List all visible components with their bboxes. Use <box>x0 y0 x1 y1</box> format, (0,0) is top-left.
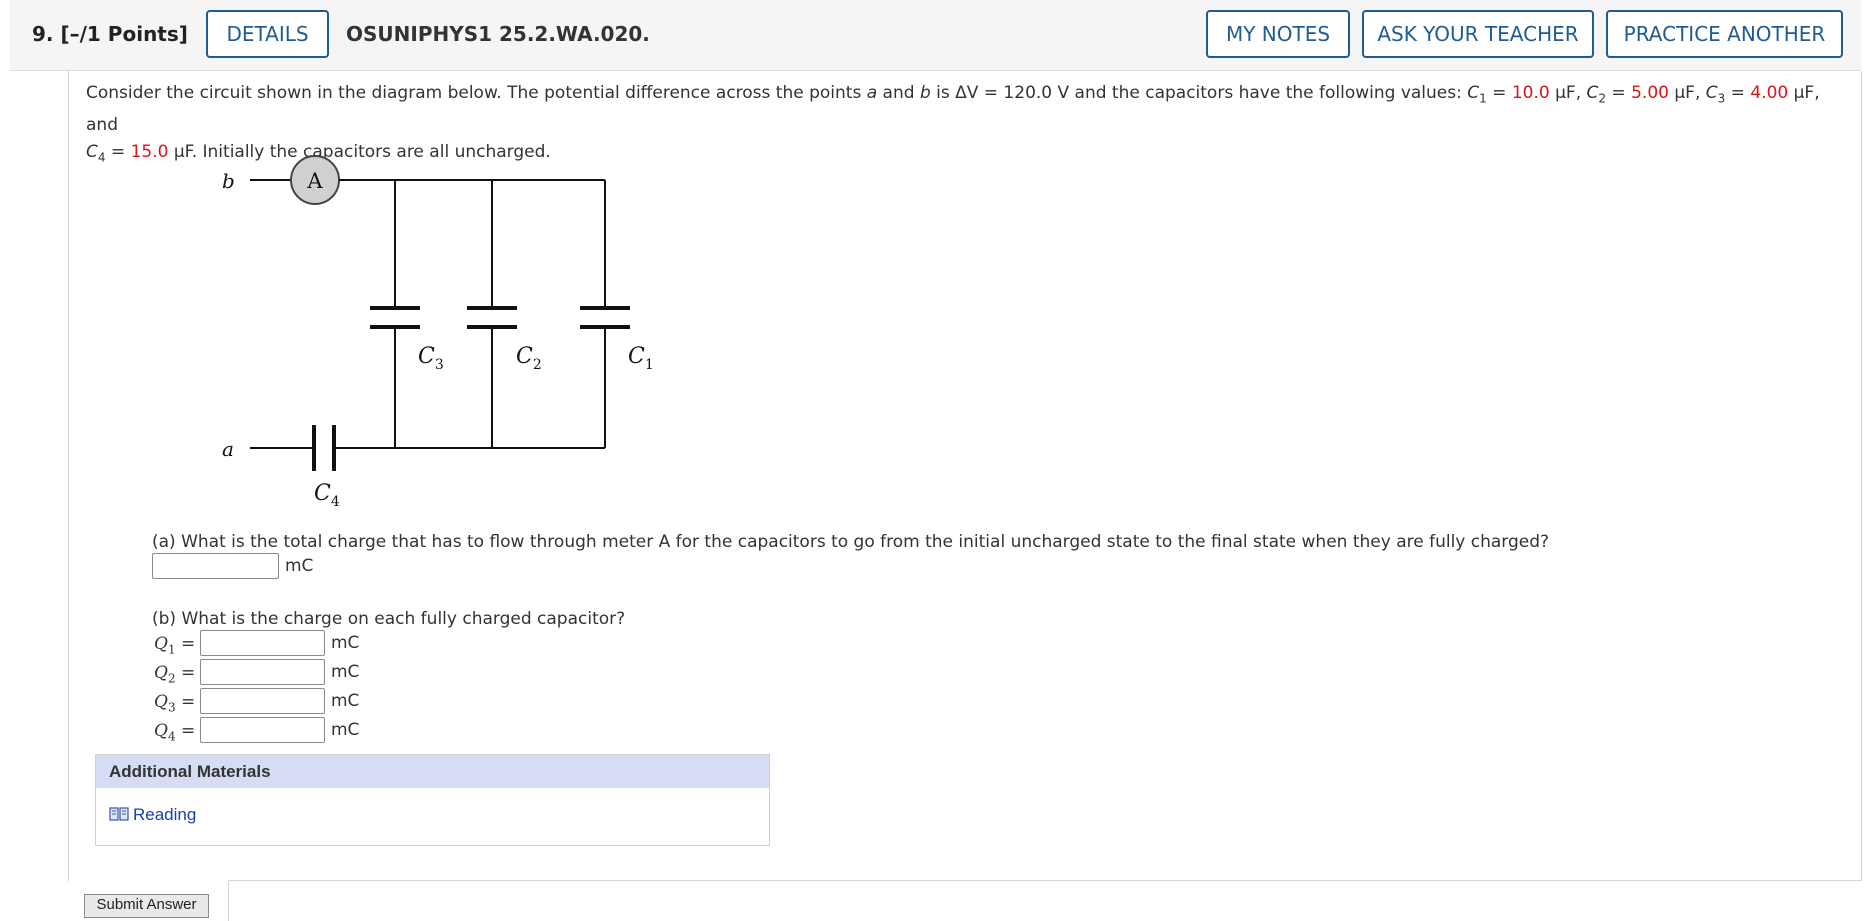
q2-answer-input[interactable] <box>200 659 325 685</box>
q2-label: Q2 = <box>154 663 196 686</box>
points-label: [–/1 Points] <box>60 22 188 46</box>
c3-symbol: C <box>1705 83 1718 103</box>
unit-sep: μF, <box>1549 83 1587 103</box>
ask-your-teacher-button[interactable]: ASK YOUR TEACHER <box>1362 10 1594 58</box>
c3-label: C3 <box>418 344 444 373</box>
my-notes-button[interactable]: MY NOTES <box>1206 10 1350 58</box>
part-a-unit: mC <box>285 556 314 576</box>
equals: = <box>1606 83 1632 103</box>
capacitor-c3 <box>370 306 420 329</box>
q1-label: Q1 = <box>154 634 196 657</box>
c2-value: 5.00 <box>1631 83 1669 103</box>
q3-label: Q3 = <box>154 692 196 715</box>
question-id: OSUNIPHYS1 25.2.WA.020. <box>346 22 650 46</box>
additional-materials-panel: Additional Materials Reading <box>95 754 770 846</box>
c1-symbol: C <box>1467 83 1480 103</box>
equals: = <box>1725 83 1751 103</box>
question-number: 9. [–/1 Points] <box>32 22 188 46</box>
question-number-text: 9. <box>32 22 54 46</box>
c4-value: 15.0 <box>130 142 169 163</box>
ammeter-label: A <box>306 169 323 193</box>
q3-answer-input[interactable] <box>200 688 325 714</box>
q4-unit: mC <box>331 720 360 740</box>
q4-label: Q4 = <box>154 721 196 744</box>
reading-link-text[interactable]: Reading <box>133 805 196 824</box>
point-b: b <box>919 83 931 103</box>
c4-symbol: C <box>86 142 98 163</box>
equals: = <box>1486 83 1512 103</box>
unit-sep: μF, <box>1668 83 1706 103</box>
part-b-question: (b) What is the charge on each fully cha… <box>152 609 626 629</box>
equals: = <box>105 142 131 163</box>
book-icon <box>109 807 129 821</box>
details-button[interactable]: DETAILS <box>206 10 329 58</box>
intro-and: and <box>877 83 920 103</box>
question-header: 9. [–/1 Points] DETAILS OSUNIPHYS1 25.2.… <box>10 0 1861 71</box>
c4-subscript: 4 <box>97 150 106 165</box>
label-b: b <box>222 169 235 193</box>
part-a-answer-input[interactable] <box>152 553 279 579</box>
intro-text-1: Consider the circuit shown in the diagra… <box>86 83 867 103</box>
capacitor-c2 <box>467 306 517 329</box>
intro-text-2: is ΔV = 120.0 V and the capacitors have … <box>930 83 1468 103</box>
c4-label: C4 <box>314 481 340 510</box>
c3-value: 4.00 <box>1750 83 1789 103</box>
q2-unit: mC <box>331 662 360 682</box>
c1-subscript: 1 <box>1479 91 1487 106</box>
c2-label: C2 <box>516 344 542 373</box>
submit-answer-button[interactable]: Submit Answer <box>84 894 209 918</box>
q1-answer-input[interactable] <box>200 630 325 656</box>
circuit-diagram: b A a C3 C2 C1 C4 <box>222 155 654 510</box>
c1-value: 10.0 <box>1511 83 1550 103</box>
q4-answer-input[interactable] <box>200 717 325 743</box>
capacitor-c4 <box>312 425 336 471</box>
part-a-question: (a) What is the total charge that has to… <box>152 532 1550 552</box>
c2-subscript: 2 <box>1598 91 1607 106</box>
practice-another-button[interactable]: PRACTICE ANOTHER <box>1606 10 1843 58</box>
bottom-panel <box>228 880 1861 921</box>
reading-link[interactable]: Reading <box>109 805 196 825</box>
additional-materials-title: Additional Materials <box>96 755 769 788</box>
q3-unit: mC <box>331 691 360 711</box>
point-a: a <box>866 83 878 103</box>
capacitor-c1 <box>580 306 630 329</box>
c1-label: C1 <box>628 344 654 373</box>
label-a: a <box>222 437 234 461</box>
c2-symbol: C <box>1586 83 1599 103</box>
q1-unit: mC <box>331 633 360 653</box>
